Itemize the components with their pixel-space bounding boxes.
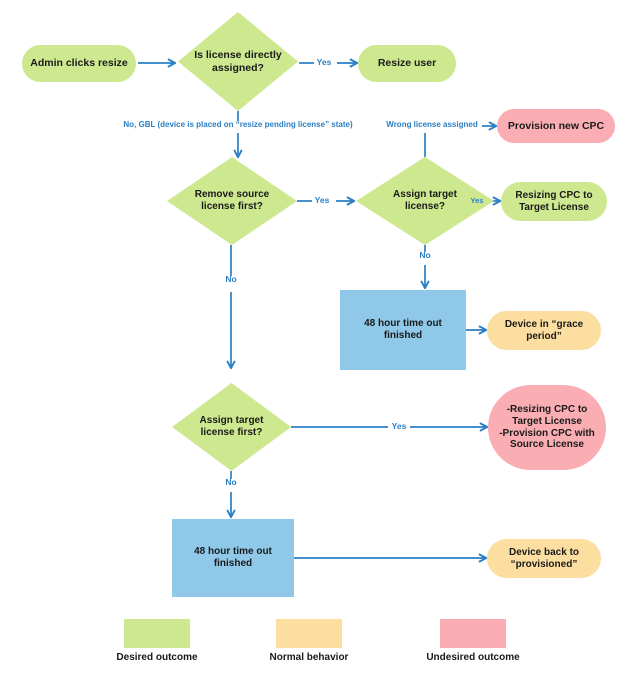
- edge-label-yes-assign-target-first: Yes: [391, 421, 407, 431]
- diamond-shape-icon: [178, 12, 298, 111]
- flowchart-canvas: Admin clicks resize Is license directly …: [0, 0, 625, 690]
- legend-label-undesired: Undesired outcome: [426, 652, 520, 663]
- node-resizing-and-provision[interactable]: -Resizing CPC to Target License -Provisi…: [488, 385, 606, 470]
- legend-swatch-desired: [124, 619, 190, 648]
- legend-swatch-undesired: [440, 619, 506, 648]
- node-admin-clicks-resize[interactable]: Admin clicks resize: [22, 45, 136, 82]
- node-assign-target-license-first[interactable]: Assign target license first?: [172, 383, 291, 471]
- node-resizing-cpc-to-target-license[interactable]: Resizing CPC to Target License: [501, 182, 607, 221]
- diamond-shape-icon: [167, 157, 297, 245]
- edge-label-yes-assign-target: Yes: [470, 196, 484, 205]
- legend-swatch-normal: [276, 619, 342, 648]
- node-provision-new-cpc[interactable]: Provision new CPC: [497, 109, 615, 143]
- legend-label-desired: Desired outcome: [116, 652, 198, 663]
- legend-label-normal: Normal behavior: [269, 652, 349, 663]
- node-device-back-to-provisioned[interactable]: Device back to “provisioned”: [487, 539, 601, 578]
- node-timeout-bottom[interactable]: 48 hour time out finished: [172, 519, 294, 597]
- edge-label-no-assign-target-first: No: [225, 477, 237, 487]
- edge-label-no-assign-target: No: [419, 250, 431, 260]
- diamond-shape-icon: [172, 383, 291, 471]
- edge-label-wrong-license-assigned: Wrong license assigned: [386, 120, 478, 129]
- node-device-in-grace-period[interactable]: Device in “grace period”: [487, 311, 601, 350]
- edge-label-no-gbl: No, GBL (device is placed on “resize pen…: [123, 120, 353, 129]
- edge-label-yes-remove-source: Yes: [314, 195, 330, 205]
- node-is-license-directly-assigned[interactable]: Is license directly assigned?: [178, 12, 298, 111]
- node-resize-user[interactable]: Resize user: [358, 45, 456, 82]
- edge-label-yes-top: Yes: [316, 57, 332, 67]
- node-remove-source-license-first[interactable]: Remove source license first?: [167, 157, 297, 245]
- node-timeout-top[interactable]: 48 hour time out finished: [340, 290, 466, 370]
- edge-label-no-remove-source: No: [225, 274, 237, 284]
